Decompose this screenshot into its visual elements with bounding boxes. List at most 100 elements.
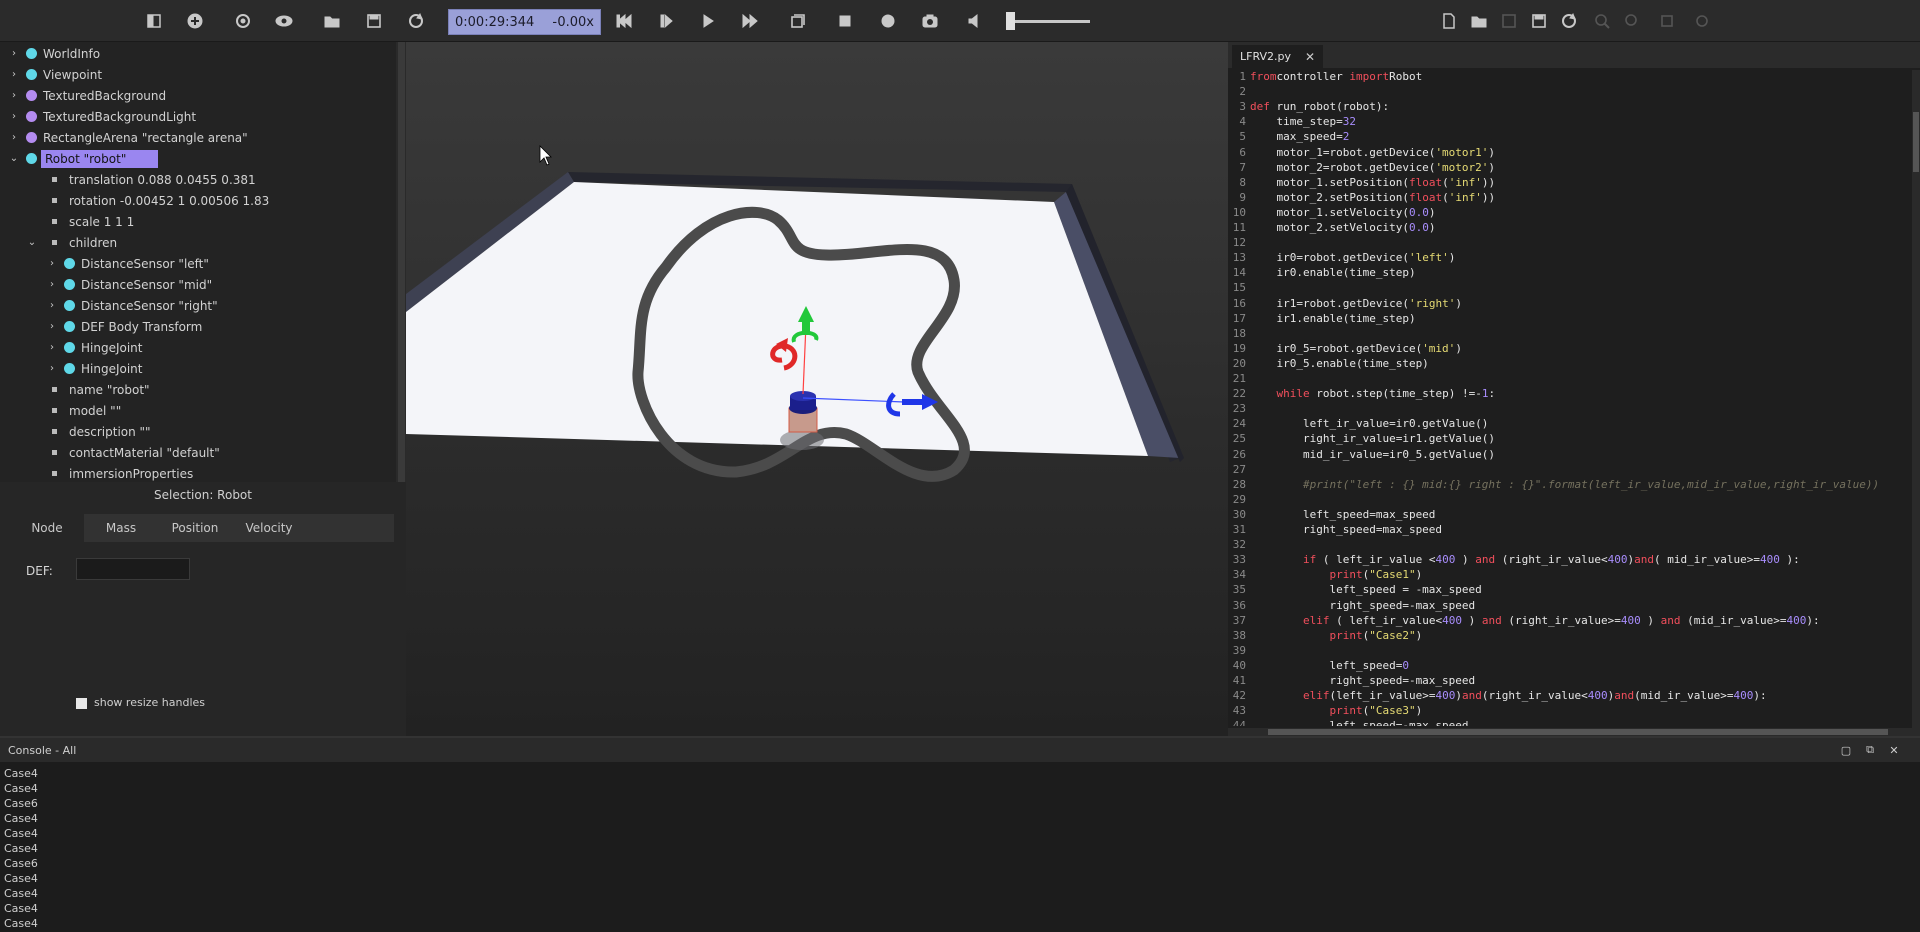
code-line[interactable]: 17 ir1.enable(time_step) <box>1228 312 1912 327</box>
code-line[interactable]: 6 motor_1=robot.getDevice('motor1') <box>1228 146 1912 161</box>
volume-slider-handle[interactable] <box>1006 12 1015 30</box>
build-icon[interactable] <box>1655 9 1679 33</box>
scene-tree-item[interactable]: › HingeJoint <box>0 358 396 379</box>
code-line[interactable]: 38 print("Case2") <box>1228 629 1912 644</box>
float-console-icon[interactable]: ⧉ <box>1862 742 1878 758</box>
code-line[interactable]: 3 def run_robot(robot): <box>1228 100 1912 115</box>
editor-horizontal-scroll-thumb[interactable] <box>1268 729 1888 735</box>
scene-tree-item[interactable]: › RectangleArena "rectangle arena" <box>0 127 396 148</box>
code-line[interactable]: 15 <box>1228 281 1912 296</box>
find-icon[interactable] <box>1590 9 1614 33</box>
step-back-icon[interactable] <box>612 9 636 33</box>
code-line[interactable]: 23 <box>1228 402 1912 417</box>
scene-tree-item[interactable]: › TexturedBackgroundLight <box>0 106 396 127</box>
scene-tree-item[interactable]: › HingeJoint <box>0 337 396 358</box>
scene-tree-item[interactable]: description "" <box>0 421 396 442</box>
close-tab-icon[interactable]: ✕ <box>1305 50 1315 64</box>
expand-arrow-icon[interactable]: ⌄ <box>26 237 38 248</box>
console-output[interactable]: Case4 Case4 Case6 Case4 Case4 Case4 Case6 Case4… <box>4 766 38 931</box>
stop-recording-icon[interactable] <box>833 9 857 33</box>
code-line[interactable]: 20 ir0_5.enable(time_step) <box>1228 357 1912 372</box>
eye-icon[interactable] <box>272 9 296 33</box>
code-line[interactable]: 32 <box>1228 538 1912 553</box>
scene-tree-item[interactable]: › WorldInfo <box>0 43 396 64</box>
scene-tree-item[interactable]: rotation -0.00452 1 0.00506 1.83 <box>0 190 396 211</box>
scene-tree-item[interactable]: › DistanceSensor "left" <box>0 253 396 274</box>
minimize-console-icon[interactable]: ▢ <box>1838 742 1854 758</box>
add-node-icon[interactable] <box>183 9 207 33</box>
tab-velocity[interactable]: Velocity <box>232 514 306 542</box>
expand-arrow-icon[interactable]: › <box>8 132 20 143</box>
screenshot-icon[interactable] <box>918 9 942 33</box>
new-file-icon[interactable] <box>1437 9 1461 33</box>
code-line[interactable]: 36 right_speed=-max_speed <box>1228 599 1912 614</box>
code-line[interactable]: 4 time_step=32 <box>1228 115 1912 130</box>
code-line[interactable]: 25 right_ir_value=ir1.getValue() <box>1228 432 1912 447</box>
code-area[interactable]: 1 fromcontroller importRobot 2 3 def run_rob… <box>1228 70 1912 726</box>
code-line[interactable]: 24 left_ir_value=ir0.getValue() <box>1228 417 1912 432</box>
expand-arrow-icon[interactable]: › <box>8 48 20 59</box>
expand-arrow-icon[interactable]: ⌄ <box>8 153 20 164</box>
code-line[interactable]: 41 right_speed=-max_speed <box>1228 674 1912 689</box>
code-line[interactable]: 39 <box>1228 644 1912 659</box>
record-movie-icon[interactable] <box>876 9 900 33</box>
scene-tree-item[interactable]: › DistanceSensor "right" <box>0 295 396 316</box>
revert-file-icon[interactable] <box>1557 9 1581 33</box>
expand-arrow-icon[interactable]: › <box>46 258 58 269</box>
3d-view[interactable] <box>406 42 1228 736</box>
show-resize-handles-checkbox[interactable] <box>76 698 87 709</box>
expand-arrow-icon[interactable]: › <box>8 111 20 122</box>
tab-position[interactable]: Position <box>158 514 232 542</box>
code-line[interactable]: 29 <box>1228 493 1912 508</box>
code-line[interactable]: 28 #print("left : {} mid:{} right : {}".… <box>1228 478 1912 493</box>
scene-tree-item[interactable]: scale 1 1 1 <box>0 211 396 232</box>
code-line[interactable]: 42 elif(left_ir_value>=400)and(right_ir_… <box>1228 689 1912 704</box>
play-icon[interactable] <box>696 9 720 33</box>
tab-mass[interactable]: Mass <box>84 514 158 542</box>
expand-arrow-icon[interactable]: › <box>46 363 58 374</box>
scene-tree-item[interactable]: ⌄ children <box>0 232 396 253</box>
volume-slider[interactable] <box>1006 20 1090 23</box>
code-line[interactable]: 34 print("Case1") <box>1228 568 1912 583</box>
def-input[interactable] <box>76 558 190 580</box>
code-line[interactable]: 37 elif ( left_ir_value<400 ) and (right… <box>1228 614 1912 629</box>
expand-arrow-icon[interactable]: › <box>8 90 20 101</box>
scene-tree-item[interactable]: translation 0.088 0.0455 0.381 <box>0 169 396 190</box>
code-line[interactable]: 27 <box>1228 463 1912 478</box>
reload-world-icon[interactable] <box>404 9 428 33</box>
open-file-icon[interactable] <box>1467 9 1491 33</box>
code-line[interactable]: 31 right_speed=max_speed <box>1228 523 1912 538</box>
code-line[interactable]: 11 motor_2.setVelocity(0.0) <box>1228 221 1912 236</box>
code-line[interactable]: 2 <box>1228 85 1912 100</box>
code-line[interactable]: 1 fromcontroller importRobot <box>1228 70 1912 85</box>
code-line[interactable]: 26 mid_ir_value=ir0_5.getValue() <box>1228 448 1912 463</box>
code-line[interactable]: 5 max_speed=2 <box>1228 130 1912 145</box>
scene-tree-item[interactable]: name "robot" <box>0 379 396 400</box>
scene-tree-item[interactable]: › TexturedBackground <box>0 85 396 106</box>
replace-icon[interactable] <box>1620 9 1644 33</box>
code-line[interactable]: 30 left_speed=max_speed <box>1228 508 1912 523</box>
code-line[interactable]: 13 ir0=robot.getDevice('left') <box>1228 251 1912 266</box>
code-line[interactable]: 21 <box>1228 372 1912 387</box>
fast-forward-icon[interactable] <box>738 9 762 33</box>
scene-tree-item[interactable]: model "" <box>0 400 396 421</box>
expand-arrow-icon[interactable]: › <box>46 279 58 290</box>
3d-scene[interactable] <box>406 42 1228 736</box>
expand-arrow-icon[interactable]: › <box>8 69 20 80</box>
code-line[interactable]: 9 motor_2.setPosition(float('inf')) <box>1228 191 1912 206</box>
code-line[interactable]: 14 ir0.enable(time_step) <box>1228 266 1912 281</box>
scene-tree-item[interactable]: › DistanceSensor "mid" <box>0 274 396 295</box>
save-as-icon[interactable] <box>1527 9 1551 33</box>
code-line[interactable]: 7 motor_2=robot.getDevice('motor2') <box>1228 161 1912 176</box>
editor-tab-lfrv2[interactable]: LFRV2.py ✕ <box>1232 45 1324 68</box>
step-icon[interactable] <box>654 9 678 33</box>
editor-vertical-scroll-thumb[interactable] <box>1913 112 1919 172</box>
scene-tree-item[interactable]: › DEF Body Transform <box>0 316 396 337</box>
scene-tree-item[interactable]: ⌄ Robot "robot" <box>0 148 396 169</box>
code-line[interactable]: 10 motor_1.setVelocity(0.0) <box>1228 206 1912 221</box>
reset-view-icon[interactable] <box>231 9 255 33</box>
code-line[interactable]: 33 if ( left_ir_value <400 ) and (right_… <box>1228 553 1912 568</box>
scene-tree-toggle-icon[interactable] <box>142 9 166 33</box>
expand-arrow-icon[interactable]: › <box>46 342 58 353</box>
scene-tree-scroll-thumb[interactable] <box>398 42 405 482</box>
